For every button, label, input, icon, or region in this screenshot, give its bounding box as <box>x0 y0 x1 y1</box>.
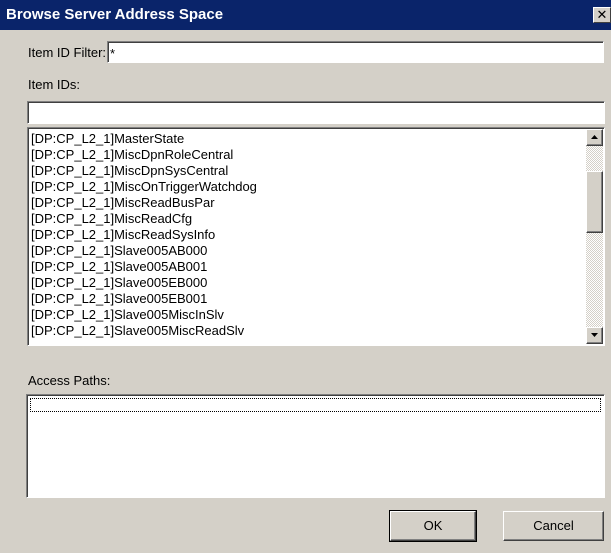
list-item[interactable]: [DP:CP_L2_1]Slave005AB001 <box>31 259 586 275</box>
list-item[interactable]: [DP:CP_L2_1]Slave005MiscInSlv <box>31 307 586 323</box>
list-item[interactable]: [DP:CP_L2_1]MiscReadSysInfo <box>31 227 586 243</box>
close-icon: ✕ <box>596 8 608 23</box>
access-paths-list[interactable] <box>26 394 605 498</box>
item-id-filter-label: Item ID Filter: <box>28 45 107 60</box>
list-item[interactable]: [DP:CP_L2_1]MasterState <box>31 131 586 147</box>
list-item[interactable]: [DP:CP_L2_1]Slave005EB000 <box>31 275 586 291</box>
item-id-filter-input[interactable] <box>107 41 604 63</box>
item-ids-list-items: [DP:CP_L2_1]MasterState [DP:CP_L2_1]MiscD… <box>31 131 586 345</box>
list-item[interactable]: [DP:CP_L2_1]MiscOnTriggerWatchdog <box>31 179 586 195</box>
access-paths-label: Access Paths: <box>28 373 111 388</box>
list-item[interactable]: [DP:CP_L2_1]MiscDpnRoleCentral <box>31 147 586 163</box>
up-arrow-icon <box>591 135 598 139</box>
item-ids-label: Item IDs: <box>28 77 81 92</box>
item-ids-scrollbar[interactable] <box>586 129 603 344</box>
list-item[interactable]: [DP:CP_L2_1]MiscReadBusPar <box>31 195 586 211</box>
scroll-up-button[interactable] <box>586 129 603 146</box>
scroll-down-button[interactable] <box>586 327 603 344</box>
close-button[interactable]: ✕ <box>593 7 611 23</box>
item-ids-input[interactable] <box>27 101 605 124</box>
list-item[interactable]: [DP:CP_L2_1]Slave005EB001 <box>31 291 586 307</box>
list-item[interactable]: [DP:CP_L2_1]MiscReadCfg <box>31 211 586 227</box>
window-title: Browse Server Address Space <box>6 6 224 23</box>
list-item[interactable]: [DP:CP_L2_1]Slave005MiscReadSlv <box>31 323 586 339</box>
down-arrow-icon <box>591 333 598 337</box>
ok-button[interactable]: OK <box>389 510 477 542</box>
item-ids-list[interactable]: [DP:CP_L2_1]MasterState [DP:CP_L2_1]MiscD… <box>27 127 605 346</box>
list-item[interactable]: [DP:CP_L2_1]Slave005AB000 <box>31 243 586 259</box>
list-item[interactable]: [DP:CP_L2_1]MiscDpnSysCentral <box>31 163 586 179</box>
access-paths-focus-row <box>30 398 601 412</box>
title-bar: Browse Server Address Space ✕ <box>0 0 611 30</box>
scroll-thumb[interactable] <box>586 171 603 233</box>
cancel-button[interactable]: Cancel <box>503 511 604 541</box>
